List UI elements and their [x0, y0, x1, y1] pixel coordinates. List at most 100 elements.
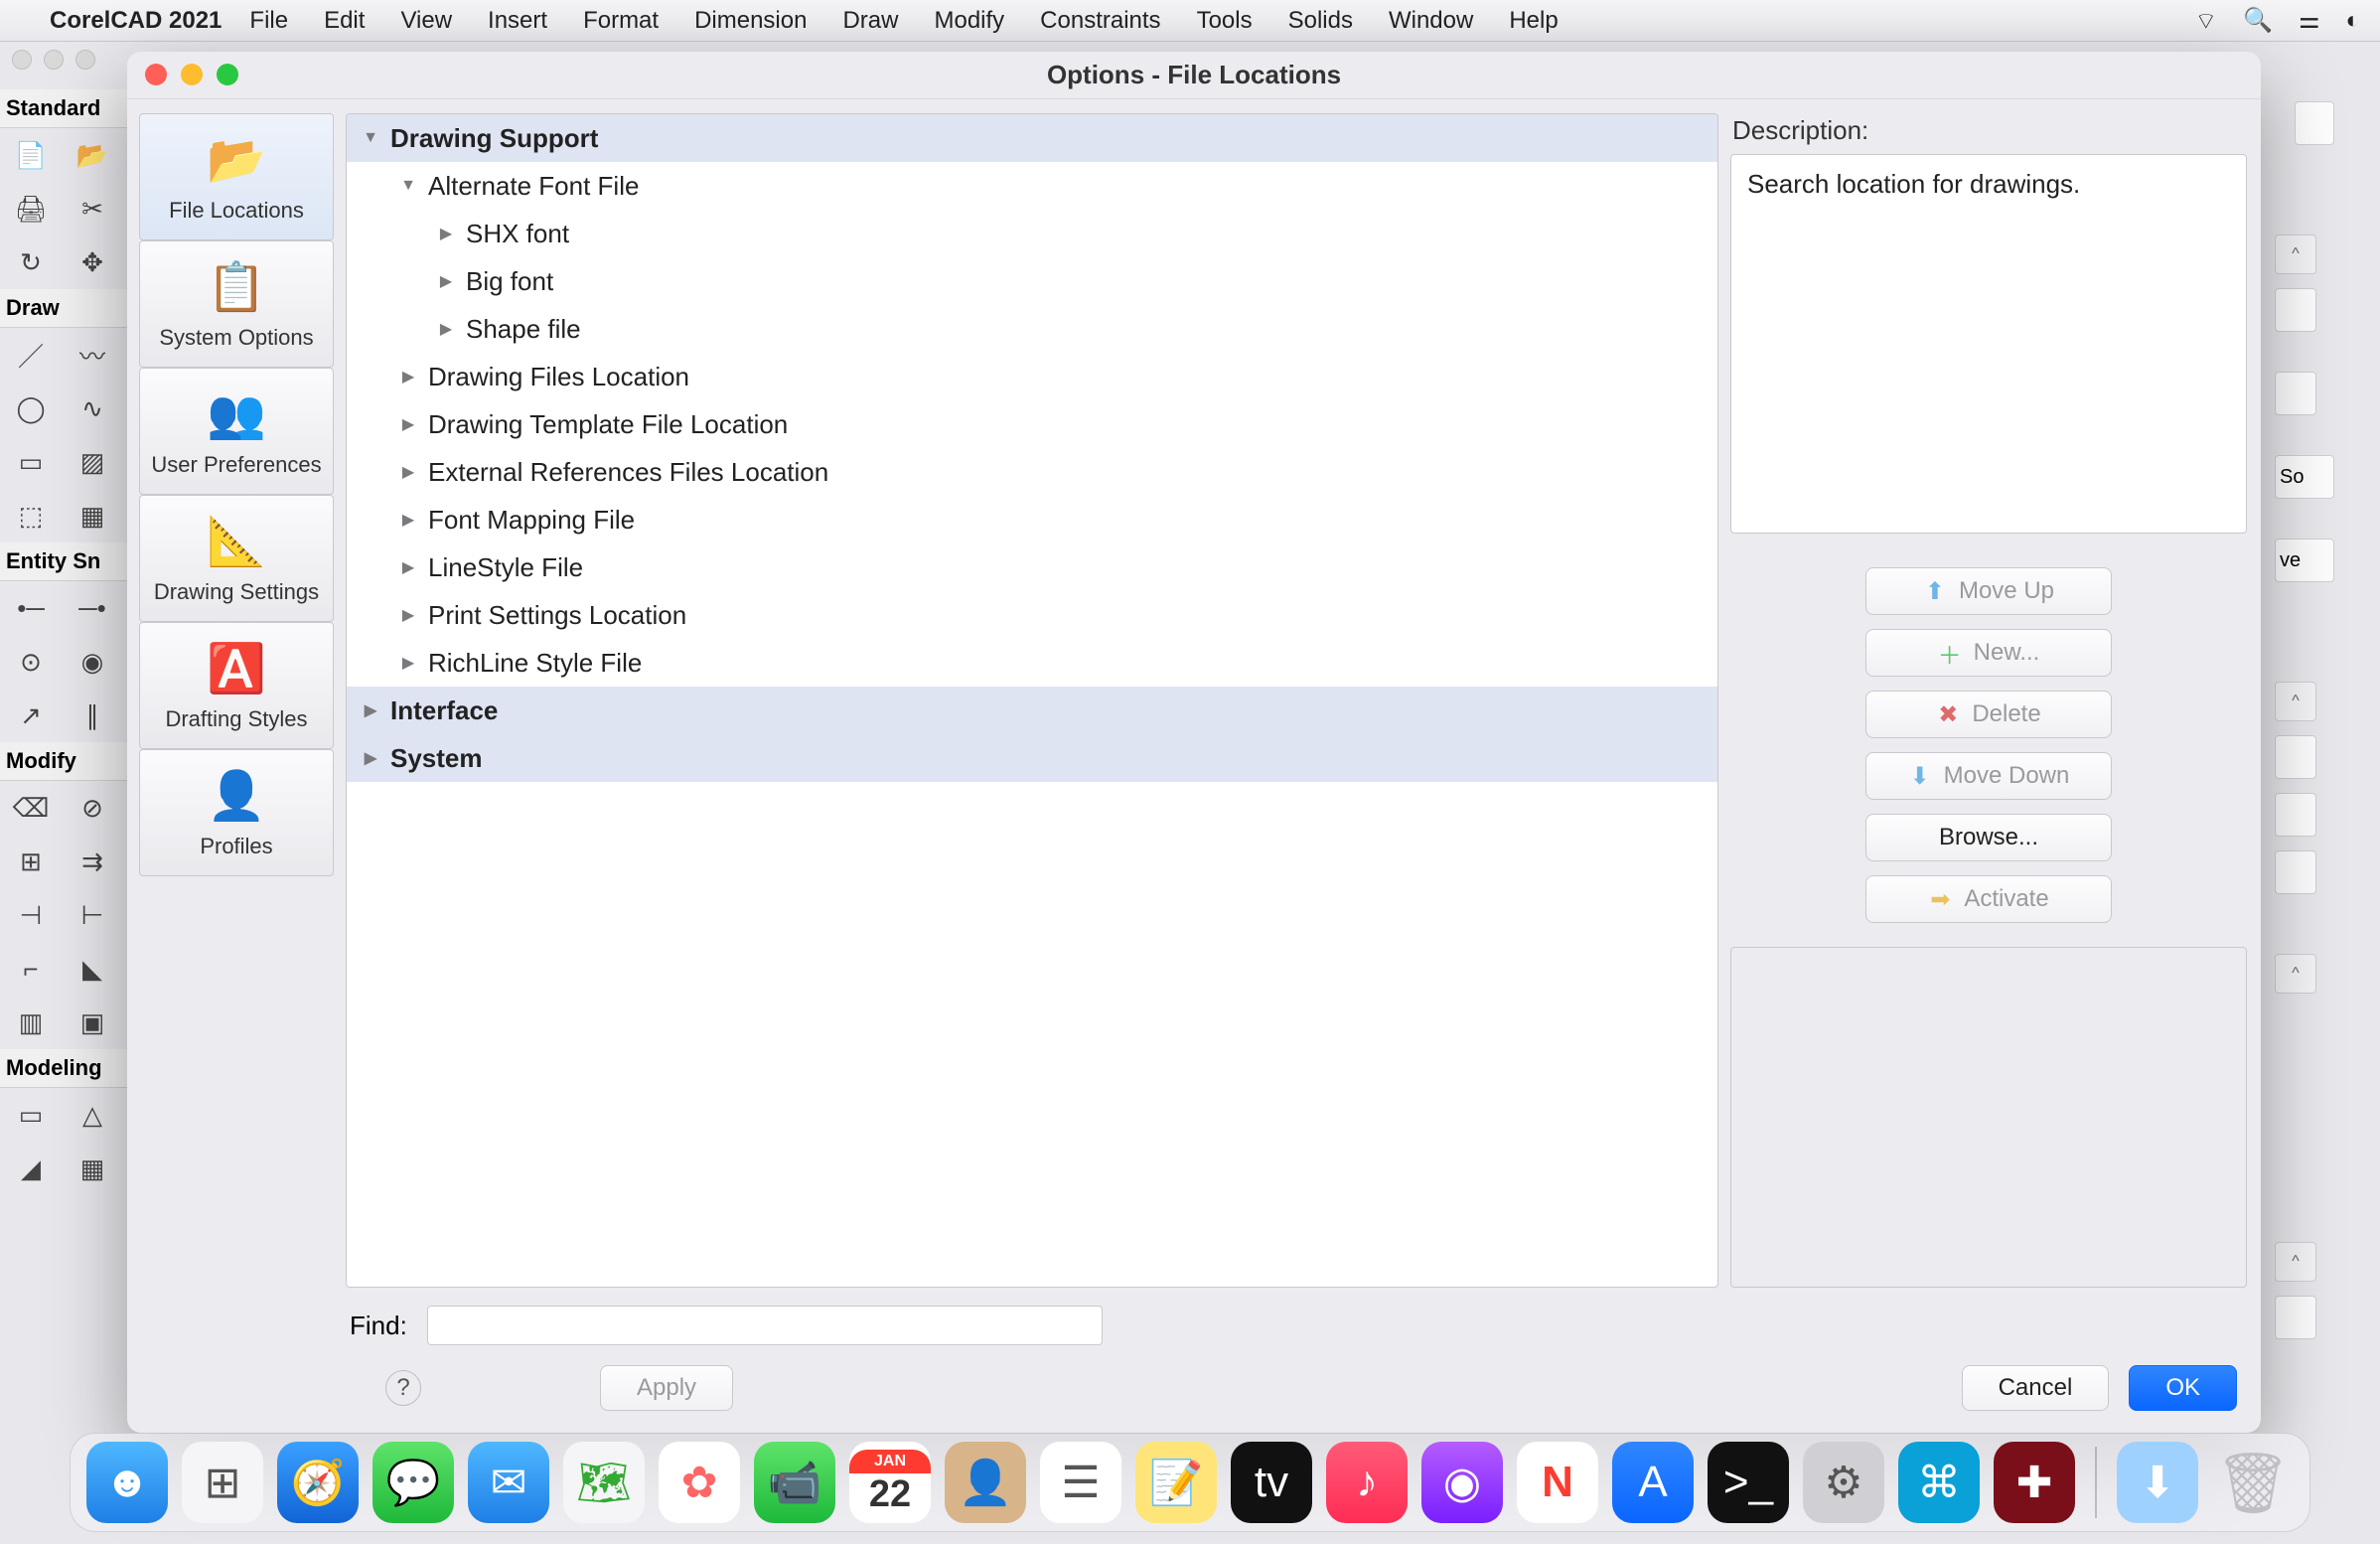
menu-help[interactable]: Help — [1509, 7, 1558, 35]
help-button[interactable]: ? — [385, 1370, 421, 1406]
snap-node-icon[interactable]: ◉ — [75, 645, 109, 679]
hatch-icon[interactable]: ▨ — [75, 445, 109, 479]
dock-trash[interactable]: 🗑 — [2212, 1442, 2294, 1523]
dock-messages[interactable]: 💬 — [372, 1442, 454, 1523]
line-icon[interactable]: ／ — [14, 338, 48, 372]
dock-contacts[interactable]: 👤 — [945, 1442, 1026, 1523]
tree-row[interactable]: ▶Font Mapping File — [347, 496, 1717, 543]
find-input[interactable] — [427, 1306, 1103, 1345]
dock-mail[interactable]: ✉ — [468, 1442, 549, 1523]
tree-row[interactable]: ▶Shape file — [347, 305, 1717, 353]
ok-button[interactable]: OK — [2129, 1365, 2237, 1411]
region-icon[interactable]: ⬚ — [14, 499, 48, 533]
menu-solids[interactable]: Solids — [1288, 7, 1353, 35]
delete-button[interactable]: ✖ Delete — [1865, 691, 2112, 738]
delete-dup-icon[interactable]: ⊘ — [75, 791, 109, 825]
snap-nearest-icon[interactable]: ↗ — [14, 698, 48, 732]
wedge-icon[interactable]: ◢ — [14, 1152, 48, 1185]
spline-icon[interactable]: ∿ — [75, 391, 109, 425]
polyline-icon[interactable]: 〰 — [75, 338, 109, 372]
box-icon[interactable]: ▭ — [14, 1098, 48, 1132]
scale-icon[interactable]: ▣ — [75, 1005, 109, 1039]
dock-news[interactable]: N — [1517, 1442, 1598, 1523]
new-button[interactable]: ＋ New... — [1865, 629, 2112, 677]
offset-icon[interactable]: ⇉ — [75, 845, 109, 878]
app-name[interactable]: CorelCAD 2021 — [50, 7, 222, 35]
dock-corelcad[interactable]: ✚ — [1994, 1442, 2075, 1523]
dock-downloads[interactable]: ⬇ — [2117, 1442, 2198, 1523]
circle-icon[interactable]: ◯ — [14, 391, 48, 425]
align-icon[interactable]: ▥ — [14, 1005, 48, 1039]
snap-endpoint-icon[interactable]: •─ — [14, 591, 48, 625]
tree-row[interactable]: ▶System — [347, 734, 1717, 782]
snap-parallel-icon[interactable]: ∥ — [75, 698, 109, 732]
open-folder-icon[interactable]: 📂 — [75, 138, 109, 172]
chamfer-icon[interactable]: ◣ — [75, 952, 109, 986]
wifi-icon[interactable]: ⌔ — [2195, 6, 2218, 36]
dock-calendar[interactable]: JAN 22 — [849, 1442, 931, 1523]
chevron-right-icon[interactable]: ▶ — [394, 605, 422, 625]
mesh-icon[interactable]: ▦ — [75, 1152, 109, 1185]
chevron-right-icon[interactable]: ▶ — [394, 367, 422, 386]
tree-row[interactable]: ▶LineStyle File — [347, 543, 1717, 591]
new-doc-icon[interactable]: 📄 — [14, 138, 48, 172]
move-up-button[interactable]: ⬆ Move Up — [1865, 567, 2112, 615]
tree-row[interactable]: ▶Drawing Template File Location — [347, 400, 1717, 448]
tree-row[interactable]: ▶RichLine Style File — [347, 639, 1717, 687]
snap-center-icon[interactable]: ⊙ — [14, 645, 48, 679]
dock-appstore[interactable]: A — [1612, 1442, 1694, 1523]
pan-icon[interactable]: ✥ — [75, 245, 109, 279]
category-drafting-styles[interactable]: 🅰️ Drafting Styles — [139, 622, 334, 749]
menu-file[interactable]: File — [249, 7, 288, 35]
fillet-icon[interactable]: ⌐ — [14, 952, 48, 986]
dock-facetime[interactable]: 📹 — [754, 1442, 835, 1523]
chevron-down-icon[interactable]: ▼ — [357, 129, 384, 147]
dock-launchpad[interactable]: ⊞ — [182, 1442, 263, 1523]
category-user-preferences[interactable]: 👥 User Preferences — [139, 368, 334, 495]
file-locations-tree[interactable]: ▼Drawing Support▼Alternate Font File▶SHX… — [346, 113, 1718, 1288]
apply-button[interactable]: Apply — [600, 1365, 733, 1411]
extend-icon[interactable]: ⊢ — [75, 898, 109, 932]
dock-maps[interactable]: 🗺 — [563, 1442, 645, 1523]
cut-icon[interactable]: ✂ — [75, 192, 109, 226]
category-file-locations[interactable]: 📂 File Locations — [139, 113, 334, 240]
dock-podcasts[interactable]: ◉ — [1421, 1442, 1503, 1523]
tree-row[interactable]: ▶SHX font — [347, 210, 1717, 257]
dock-safari[interactable]: 🧭 — [277, 1442, 359, 1523]
minimize-icon[interactable] — [181, 64, 203, 85]
chevron-right-icon[interactable]: ▶ — [432, 319, 460, 339]
move-down-button[interactable]: ⬇ Move Down — [1865, 752, 2112, 800]
redo-icon[interactable]: ↻ — [14, 245, 48, 279]
tree-row[interactable]: ▶Print Settings Location — [347, 591, 1717, 639]
chevron-right-icon[interactable]: ▶ — [357, 748, 384, 768]
siri-icon[interactable]: ◐ — [2346, 7, 2361, 35]
dock-notes[interactable]: 📝 — [1135, 1442, 1217, 1523]
array-icon[interactable]: ⊞ — [14, 845, 48, 878]
erase-icon[interactable]: ⌫ — [14, 791, 48, 825]
chevron-right-icon[interactable]: ▶ — [394, 653, 422, 673]
menu-tools[interactable]: Tools — [1197, 7, 1253, 35]
chevron-right-icon[interactable]: ▶ — [394, 557, 422, 577]
dock-music[interactable]: ♪ — [1326, 1442, 1408, 1523]
boundary-icon[interactable]: ▦ — [75, 499, 109, 533]
trim-icon[interactable]: ⊣ — [14, 898, 48, 932]
snap-midpoint-icon[interactable]: ─• — [75, 591, 109, 625]
chevron-right-icon[interactable]: ▶ — [432, 224, 460, 243]
dock-xcode[interactable]: ⌘ — [1898, 1442, 1980, 1523]
chevron-right-icon[interactable]: ▶ — [357, 700, 384, 720]
cone-icon[interactable]: △ — [75, 1098, 109, 1132]
rectangle-icon[interactable]: ▭ — [14, 445, 48, 479]
dock-terminal[interactable]: >_ — [1708, 1442, 1789, 1523]
print-icon[interactable]: 🖨 — [14, 192, 48, 226]
close-icon[interactable] — [145, 64, 167, 85]
tree-row[interactable]: ▼Drawing Support — [347, 114, 1717, 162]
category-system-options[interactable]: 📋 System Options — [139, 240, 334, 368]
spotlight-icon[interactable]: 🔍 — [2243, 6, 2273, 35]
tree-row[interactable]: ▼Alternate Font File — [347, 162, 1717, 210]
activate-button[interactable]: ➡ Activate — [1865, 875, 2112, 923]
chevron-right-icon[interactable]: ▶ — [394, 414, 422, 434]
category-profiles[interactable]: 👤 Profiles — [139, 749, 334, 876]
menu-constraints[interactable]: Constraints — [1040, 7, 1160, 35]
dock-tv[interactable]: tv — [1231, 1442, 1312, 1523]
dock-reminders[interactable]: ☰ — [1040, 1442, 1121, 1523]
